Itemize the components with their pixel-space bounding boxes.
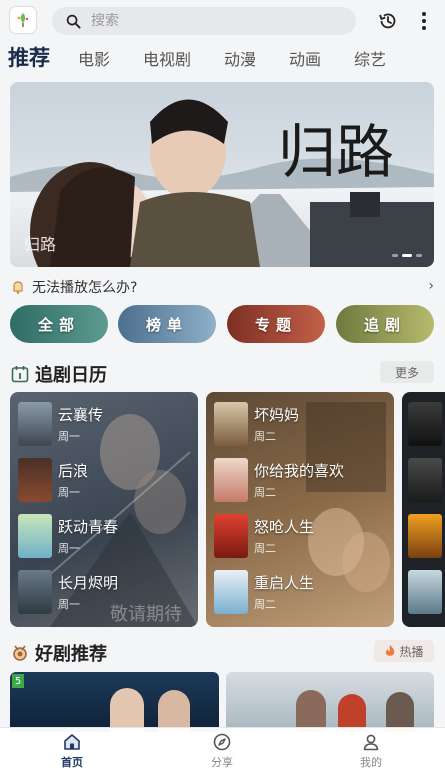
calendar-card-monday: 敬请期待 云襄传 周一 后浪 周一 跃动青春 周一 长月烬明 周一 xyxy=(10,392,198,627)
bottom-navigation: 首页 分享 我的 xyxy=(0,727,445,775)
tab-recommend[interactable]: 推荐 xyxy=(8,42,50,72)
nav-share-label: 分享 xyxy=(211,756,233,769)
show-name: 重启人生 xyxy=(254,574,315,592)
tab-variety[interactable]: 综艺 xyxy=(354,46,386,70)
hot-label: 热播 xyxy=(399,644,424,659)
calendar-item[interactable]: 跃动青春 周一 xyxy=(18,512,193,560)
calendar-item[interactable]: 云襄传 周一 xyxy=(18,400,193,448)
show-name: 你给我的喜欢 xyxy=(254,462,345,480)
compass-icon xyxy=(213,733,231,751)
air-day: 周一 xyxy=(58,542,80,555)
search-input[interactable] xyxy=(91,13,291,29)
recommend-title: 好剧推荐 xyxy=(35,644,107,665)
poster-thumbnail xyxy=(18,570,52,614)
calendar-item[interactable]: 坏妈妈 周二 xyxy=(214,400,389,448)
calendar-title: 追剧日历 xyxy=(35,365,107,386)
tab-animation[interactable]: 动画 xyxy=(289,46,321,70)
banner-caption: 归路 xyxy=(24,235,57,254)
poster-thumbnail xyxy=(214,458,248,502)
poster-thumbnail xyxy=(408,570,442,614)
calendar-item[interactable]: 你给我的喜欢 周二 xyxy=(214,456,389,504)
app-logo[interactable] xyxy=(9,6,37,34)
chevron-right-icon: › xyxy=(428,278,434,294)
banner-pagination xyxy=(392,254,422,257)
air-day: 周二 xyxy=(254,430,276,443)
show-name: 长月烬明 xyxy=(58,574,119,592)
show-name: 云襄传 xyxy=(58,406,104,424)
show-name: 坏妈妈 xyxy=(254,406,300,424)
flame-icon xyxy=(386,645,395,656)
hero-banner[interactable]: 归路 归路 xyxy=(10,82,434,267)
poster-thumbnail xyxy=(408,458,442,502)
show-name: 跃动青春 xyxy=(58,518,119,536)
history-icon[interactable] xyxy=(378,11,398,31)
category-ranking[interactable]: 榜单 xyxy=(118,305,216,343)
banner-title-art: 归路 xyxy=(278,118,394,186)
calendar-item[interactable]: 重启人生 周二 xyxy=(214,568,389,616)
calendar-item[interactable]: 怒呛人生 周二 xyxy=(214,512,389,560)
tab-tv-series[interactable]: 电视剧 xyxy=(143,46,191,70)
poster-thumbnail xyxy=(408,514,442,558)
show-name: 怒呛人生 xyxy=(254,518,315,536)
calendar-item[interactable]: 后浪 周一 xyxy=(18,456,193,504)
bell-icon xyxy=(13,281,23,294)
search-icon xyxy=(66,14,81,29)
more-options-icon[interactable] xyxy=(418,10,430,32)
air-day: 周一 xyxy=(58,486,80,499)
top-bar xyxy=(0,0,445,42)
nav-profile[interactable]: 我的 xyxy=(341,732,401,774)
nav-profile-label: 我的 xyxy=(360,756,382,769)
home-icon xyxy=(64,734,80,750)
show-name: 后浪 xyxy=(58,462,89,480)
rank-badge: 5 xyxy=(12,674,24,688)
poster-thumbnail xyxy=(214,514,248,558)
category-topics[interactable]: 专题 xyxy=(227,305,325,343)
calendar-item[interactable]: 长月烬明 周一 xyxy=(18,568,193,616)
nav-home[interactable]: 首页 xyxy=(42,732,102,774)
air-day: 周二 xyxy=(254,486,276,499)
air-day: 周二 xyxy=(254,598,276,611)
air-day: 周一 xyxy=(58,598,80,611)
hot-filter-button[interactable]: 热播 xyxy=(374,640,434,662)
category-binge[interactable]: 追剧 xyxy=(336,305,434,343)
category-tabs: 推荐 电影 电视剧 动漫 动画 综艺 xyxy=(0,42,445,76)
playback-help-row[interactable]: 无法播放怎么办? › xyxy=(10,276,434,298)
category-all[interactable]: 全部 xyxy=(10,305,108,343)
poster-thumbnail xyxy=(18,514,52,558)
poster-thumbnail xyxy=(18,402,52,446)
recommend-card-2[interactable] xyxy=(226,672,434,732)
air-day: 周二 xyxy=(254,542,276,555)
nav-share[interactable]: 分享 xyxy=(192,732,252,774)
recommend-section-header: 好剧推荐 xyxy=(11,640,107,666)
user-icon xyxy=(363,734,379,751)
poster-thumbnail xyxy=(18,458,52,502)
tab-anime[interactable]: 动漫 xyxy=(224,46,256,70)
calendar-section-header: 追剧日历 xyxy=(11,361,107,387)
calendar-more-button[interactable]: 更多 xyxy=(380,361,434,383)
help-text: 无法播放怎么办? xyxy=(32,280,138,296)
poster-thumbnail xyxy=(214,402,248,446)
poster-thumbnail xyxy=(408,402,442,446)
nav-home-label: 首页 xyxy=(61,756,83,769)
poster-thumbnail xyxy=(214,570,248,614)
calendar-icon xyxy=(11,366,29,383)
tab-movie[interactable]: 电影 xyxy=(78,46,110,70)
recommend-card-1[interactable]: 5 xyxy=(10,672,219,732)
banner-image: 归路 xyxy=(10,82,434,267)
air-day: 周一 xyxy=(58,430,80,443)
calendar-card-tuesday: 坏妈妈 周二 你给我的喜欢 周二 怒呛人生 周二 重启人生 周二 xyxy=(206,392,394,627)
leaf-logo-icon xyxy=(17,13,29,27)
calendar-card-wednesday xyxy=(402,392,445,627)
search-bar[interactable] xyxy=(52,7,356,35)
medal-icon xyxy=(13,645,27,661)
